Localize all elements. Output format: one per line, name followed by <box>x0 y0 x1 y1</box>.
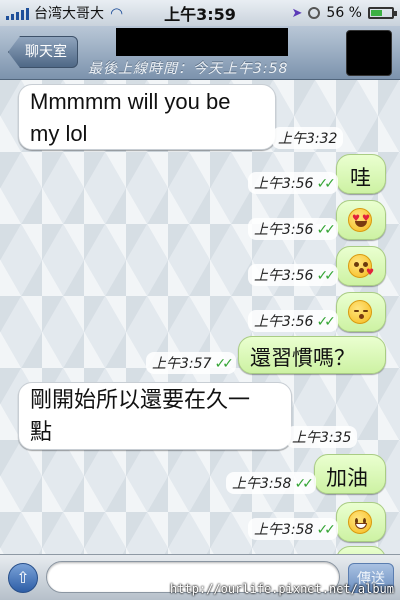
alarm-icon <box>308 7 321 19</box>
message-time: 上午3:56 ✓✓ <box>248 310 338 332</box>
grinning-emoji <box>348 510 372 534</box>
message-time: 上午3:58 ✓✓ <box>226 472 316 494</box>
read-check-icon: ✓✓ <box>214 356 234 372</box>
outgoing-message-partial[interactable] <box>336 546 386 554</box>
kissing-heart-emoji: ♥ <box>348 254 374 278</box>
message-time: 上午3:57 ✓✓ <box>146 352 236 374</box>
composer-bar: ⇧ 傳送 http://ourlife.pixnet.net/album <box>0 554 400 600</box>
wifi-icon: ◠ <box>110 4 124 22</box>
back-button[interactable]: 聊天室 <box>8 36 78 68</box>
message-time: 上午3:58 ✓✓ <box>248 518 338 540</box>
message-time: 上午3:56 ✓✓ <box>248 218 338 240</box>
location-icon: ➤ <box>291 5 303 21</box>
carrier-name: 台湾大哥大 <box>34 6 104 22</box>
message-time: 上午3:56 ✓✓ <box>248 172 338 194</box>
battery-icon <box>368 7 397 19</box>
attach-icon[interactable]: ⇧ <box>8 563 38 593</box>
message-time: 上午3:32 <box>272 127 344 149</box>
status-bar: 台湾大哥大 ◠ 上午3:59 ➤ 56 % <box>0 0 400 26</box>
kissing-smiling-eyes-emoji <box>348 300 372 324</box>
message-time: 上午3:56 ✓✓ <box>248 264 338 286</box>
read-check-icon: ✓✓ <box>316 222 336 238</box>
signal-icon <box>6 6 29 20</box>
chat-header: 聊天室 最後上線時間：今天上午3:58 <box>0 26 400 80</box>
heart-eyes-emoji: ♥ ♥ <box>348 208 372 232</box>
message-list[interactable]: Mmmmm will you be my lol 上午3:32 哇 上午3:56… <box>0 80 400 554</box>
read-check-icon: ✓✓ <box>316 176 336 192</box>
contact-avatar[interactable] <box>346 30 392 76</box>
read-check-icon: ✓✓ <box>316 314 336 330</box>
message-text: 哇 <box>350 167 371 190</box>
message-text: 還習慣嗎？ <box>250 347 355 370</box>
read-check-icon: ✓✓ <box>294 476 314 492</box>
battery-percent: 56 % <box>326 5 362 21</box>
last-seen-status: 最後上線時間：今天上午3:58 <box>88 61 289 77</box>
message-text: 加油 <box>326 467 368 490</box>
message-text: 剛開始所以還要在久一 點 <box>30 387 251 444</box>
watermark: http://ourlife.pixnet.net/album <box>170 582 394 596</box>
contact-name-redacted <box>116 28 288 56</box>
message-text: Mmmmm will you be my lol <box>30 89 231 146</box>
read-check-icon: ✓✓ <box>316 268 336 284</box>
read-check-icon: ✓✓ <box>316 522 336 538</box>
message-time: 上午3:35 <box>286 426 358 448</box>
